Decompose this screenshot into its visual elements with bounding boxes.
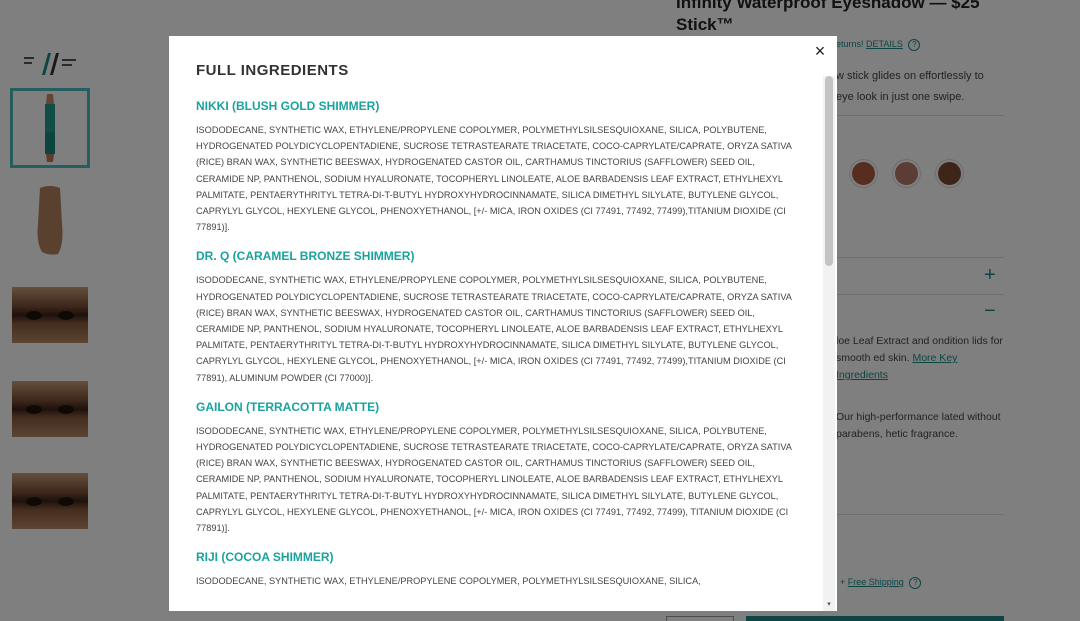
ingredients-list: ISODODECANE, SYNTHETIC WAX, ETHYLENE/PRO… (196, 275, 792, 383)
modal-content: FULL INGREDIENTS NIKKI (BLUSH GOLD SHIMM… (196, 62, 796, 602)
shade-name: RIJI (COCOA SHIMMER) (196, 550, 334, 565)
modal-title: FULL INGREDIENTS (196, 62, 349, 79)
ingredients-list: ISODODECANE, SYNTHETIC WAX, ETHYLENE/PRO… (196, 576, 701, 587)
shade-name: GAILON (TERRACOTTA MATTE) (196, 399, 380, 414)
shade-name: NIKKI (BLUSH GOLD SHIMMER) (196, 99, 380, 113)
modal-scrollbar[interactable]: ▾ (823, 76, 835, 611)
scrollbar-thumb[interactable] (825, 76, 833, 266)
ingredients-modal: × ▾ FULL INGREDIENTS NIKKI (BLUSH GOLD S… (169, 36, 837, 611)
shade-name: DR. Q (CARAMEL BRONZE SHIMMER) (196, 249, 415, 264)
scroll-down-arrow-icon[interactable]: ▾ (825, 601, 833, 609)
ingredients-list: ISODODECANE, SYNTHETIC WAX, ETHYLENE/PRO… (196, 425, 792, 534)
close-icon[interactable]: × (811, 42, 829, 60)
ingredients-list: ISODODECANE, SYNTHETIC WAX, ETHYLENE/PRO… (196, 125, 792, 233)
